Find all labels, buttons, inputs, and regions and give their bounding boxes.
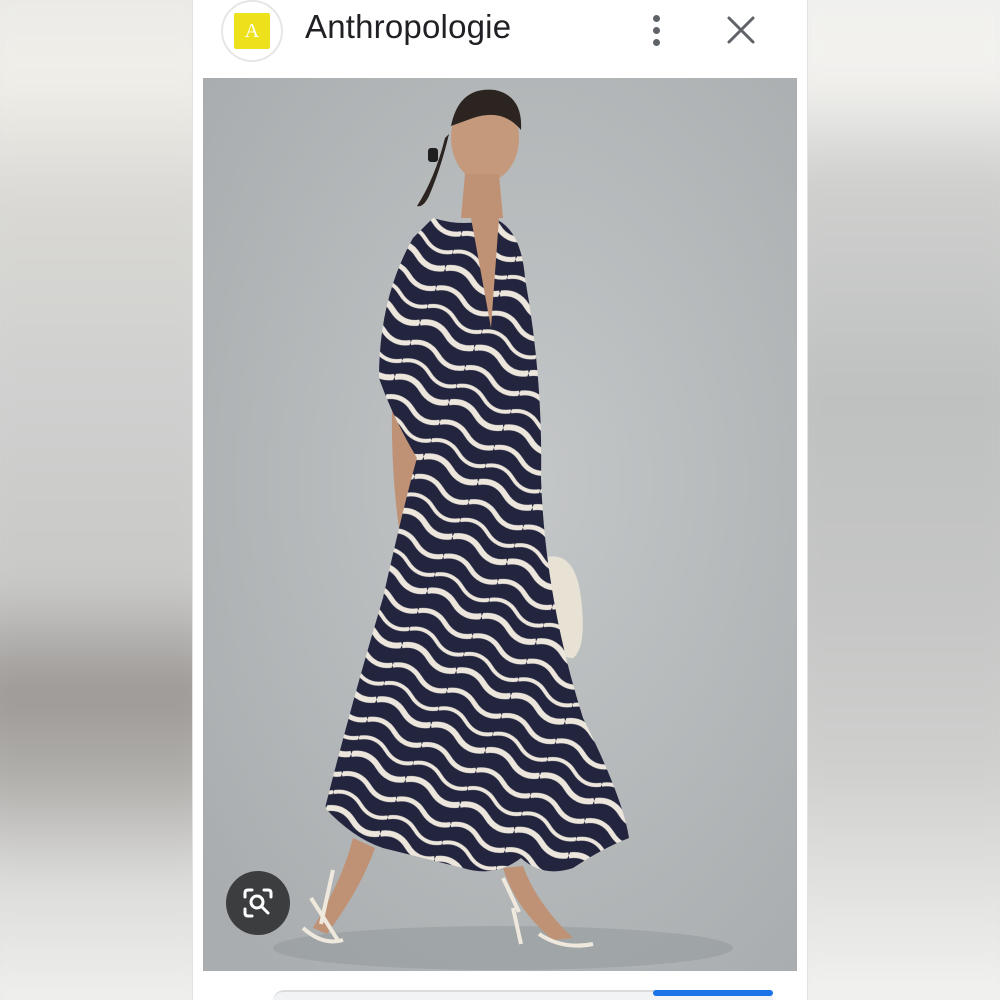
viewer-header: A Anthropologie: [193, 0, 807, 76]
model-in-printed-dress-photo: [203, 78, 797, 971]
blurred-backdrop-right: [807, 0, 1000, 1000]
more-options-button[interactable]: [641, 10, 671, 50]
product-image[interactable]: [203, 78, 797, 971]
screen: A Anthropologie: [0, 0, 1000, 1000]
close-icon: [727, 16, 755, 44]
close-button[interactable]: [721, 10, 761, 50]
site-favicon[interactable]: A: [221, 0, 283, 62]
lens-search-icon: [243, 888, 273, 918]
site-logo-icon: A: [234, 13, 270, 49]
blurred-backdrop-left: [0, 0, 193, 1000]
more-vertical-icon: [652, 14, 660, 22]
site-name[interactable]: Anthropologie: [305, 8, 511, 46]
bottom-sheet-handle[interactable]: [273, 990, 773, 1000]
visual-search-button[interactable]: [226, 871, 290, 935]
image-viewer-card: A Anthropologie: [193, 0, 807, 1000]
